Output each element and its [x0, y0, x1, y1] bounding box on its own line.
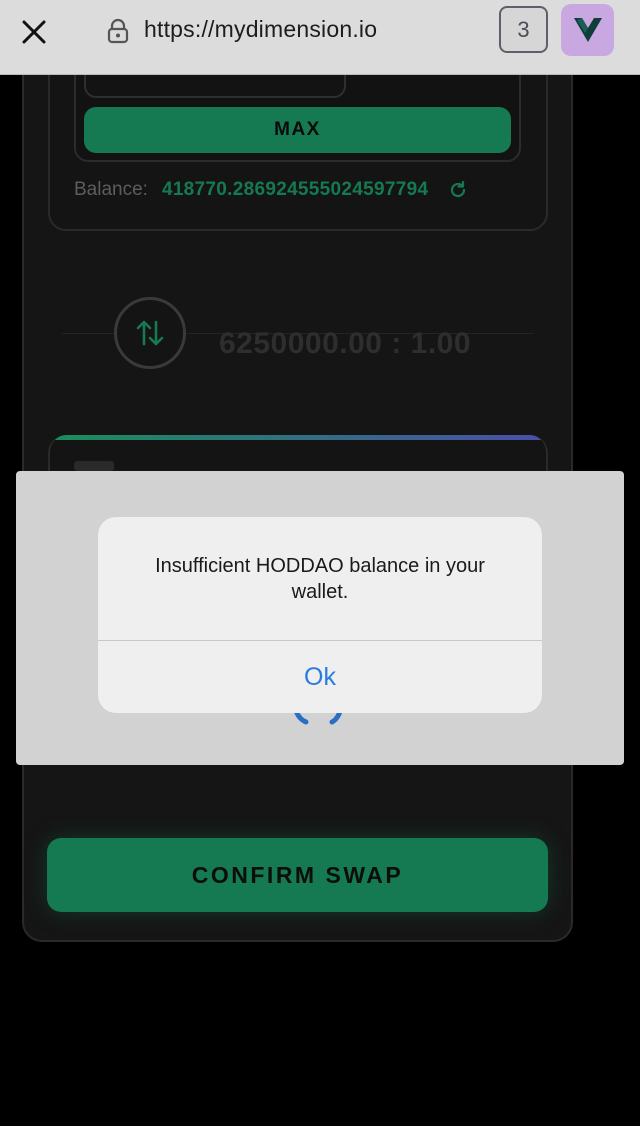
dimension-extension-icon [573, 18, 602, 42]
alert-ok-button[interactable]: Ok [98, 641, 542, 713]
refresh-icon[interactable] [448, 180, 468, 200]
exchange-rate: 6250000.00 : 1.00 [219, 327, 472, 360]
balance-label: Balance: [74, 179, 148, 200]
browser-toolbar: https://mydimension.io 3 [0, 0, 640, 75]
swap-direction-button[interactable] [114, 297, 186, 369]
confirm-swap-button[interactable]: CONFIRM SWAP [47, 838, 548, 912]
balance-row: Balance: 418770.286924555024597794 [74, 179, 468, 201]
max-button[interactable]: MAX [84, 107, 511, 153]
swap-arrows-icon [136, 320, 164, 346]
tab-switcher-button[interactable]: 3 [499, 6, 548, 53]
to-card-accent-bar [50, 435, 546, 440]
extension-button[interactable] [561, 4, 614, 56]
close-icon [22, 20, 46, 44]
close-button[interactable] [14, 12, 54, 52]
alert-message: Insufficient HODDAO balance in your wall… [155, 555, 485, 603]
address-bar-url[interactable]: https://mydimension.io [144, 16, 377, 43]
lock-icon [107, 18, 129, 44]
alert-dialog: Insufficient HODDAO balance in your wall… [98, 517, 542, 713]
balance-value: 418770.286924555024597794 [161, 179, 429, 200]
to-card-label-placeholder [74, 461, 114, 471]
